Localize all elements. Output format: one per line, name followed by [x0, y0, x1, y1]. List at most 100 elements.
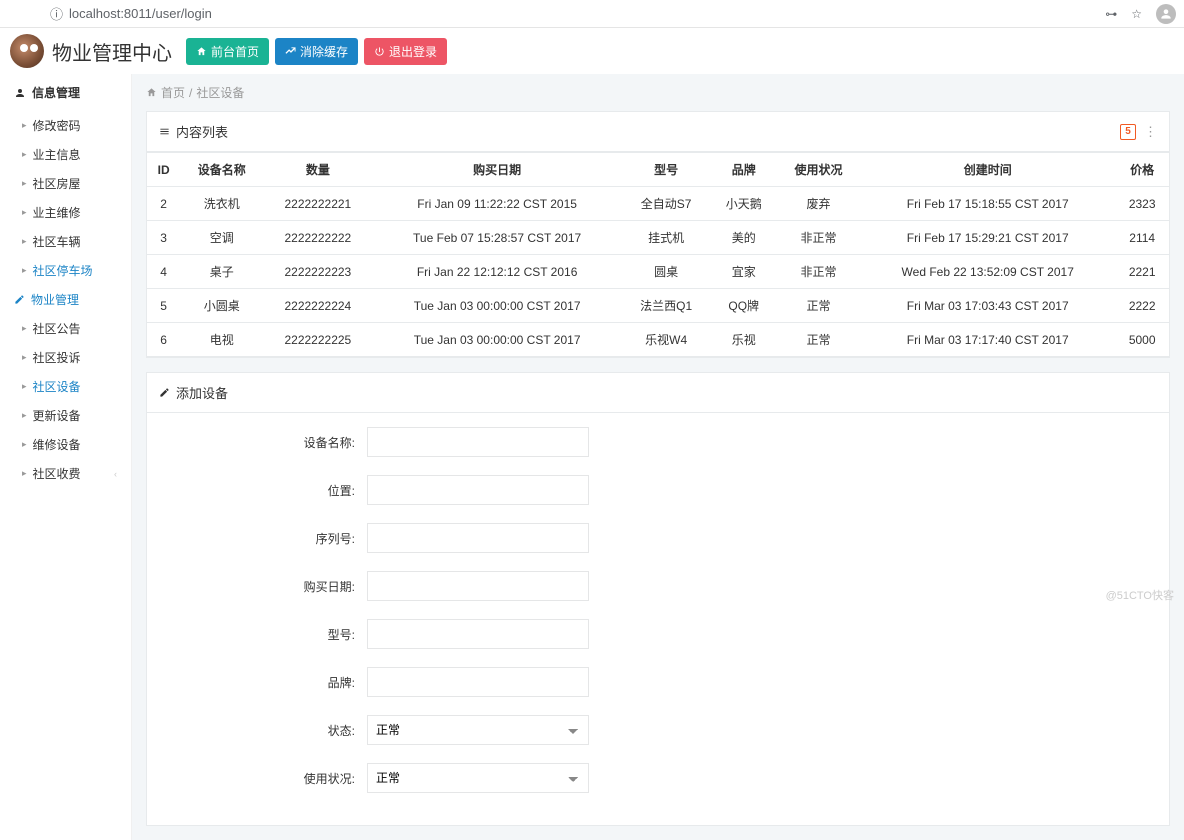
sidebar-item-label: 社区投诉 [33, 349, 81, 366]
sidebar-item-info-3[interactable]: ▸业主维修 [0, 198, 131, 227]
column-header: 数量 [263, 153, 372, 187]
label-state: 状态: [147, 722, 367, 739]
label-buy-date: 购买日期: [147, 578, 367, 595]
sidebar-item-info-4[interactable]: ▸社区车辆 [0, 227, 131, 256]
logout-button[interactable]: 退出登录 [364, 38, 447, 65]
column-header: 价格 [1115, 153, 1169, 187]
cell-status: 非正常 [777, 255, 860, 289]
cell-qty: 2222222224 [263, 289, 372, 323]
label-position: 位置: [147, 482, 367, 499]
table-row[interactable]: 5小圆桌2222222224Tue Jan 03 00:00:00 CST 20… [147, 289, 1169, 323]
cell-price: 2323 [1115, 187, 1169, 221]
cell-created: Fri Mar 03 17:17:40 CST 2017 [860, 323, 1115, 357]
cell-buy: Tue Jan 03 00:00:00 CST 2017 [372, 289, 621, 323]
cell-id: 5 [147, 289, 180, 323]
chevron-left-icon: ‹ [114, 469, 117, 479]
breadcrumb-home[interactable]: 首页 [161, 84, 185, 101]
key-icon[interactable]: ⊶ [1105, 7, 1117, 21]
cell-name: 空调 [180, 221, 263, 255]
breadcrumb: 首页 / 社区设备 [132, 74, 1184, 111]
column-header: 型号 [622, 153, 711, 187]
address-bar[interactable]: ⓘ localhost:8011/user/login [50, 4, 212, 23]
sidebar-item-prop-0[interactable]: ▸ 社区公告 [0, 314, 131, 343]
sidebar-item-prop-3[interactable]: ▸更新设备 [0, 401, 131, 430]
caret-icon: ▸ [22, 439, 27, 450]
profile-icon[interactable] [1156, 4, 1176, 24]
brand-input[interactable] [367, 667, 589, 697]
cell-qty: 2222222223 [263, 255, 372, 289]
sidebar-item-label: 社区公告 [33, 320, 81, 337]
cell-model: 圆桌 [622, 255, 711, 289]
sidebar-item-label: 修改密码 [33, 117, 81, 134]
sidebar-item-info-2[interactable]: ▸社区房屋 [0, 169, 131, 198]
table-row[interactable]: 4桌子2222222223Fri Jan 22 12:12:12 CST 201… [147, 255, 1169, 289]
tool-s5-icon[interactable]: 5 [1120, 124, 1136, 140]
equipment-name-input[interactable] [367, 427, 589, 457]
cell-brand: QQ牌 [710, 289, 776, 323]
state-select[interactable]: 正常 [367, 715, 589, 745]
table-row[interactable]: 6电视2222222225Tue Jan 03 00:00:00 CST 201… [147, 323, 1169, 357]
cell-id: 4 [147, 255, 180, 289]
column-header: 设备名称 [180, 153, 263, 187]
browser-chrome: ⓘ localhost:8011/user/login ⊶ ☆ [0, 0, 1184, 28]
sidebar-item-prop-1[interactable]: ▸ 社区投诉 [0, 343, 131, 372]
cell-status: 正常 [777, 289, 860, 323]
usage-select[interactable]: 正常 [367, 763, 589, 793]
cell-name: 桌子 [180, 255, 263, 289]
table-row[interactable]: 3空调2222222222Tue Feb 07 15:28:57 CST 201… [147, 221, 1169, 255]
sidebar-item-info-0[interactable]: ▸ 修改密码 [0, 111, 131, 140]
panel-content-list: 内容列表 5 ⋮ ID设备名称数量购买日期型号品牌使用状况创建时间价格 2洗衣机… [146, 111, 1170, 358]
cell-qty: 2222222221 [263, 187, 372, 221]
model-input[interactable] [367, 619, 589, 649]
cell-status: 废弃 [777, 187, 860, 221]
sidebar-item-prop-4[interactable]: ▸维修设备 [0, 430, 131, 459]
cell-name: 电视 [180, 323, 263, 357]
caret-icon: ▸ [22, 410, 27, 421]
tool-more-icon[interactable]: ⋮ [1144, 124, 1157, 140]
app-header: 物业管理中心 前台首页 消除缓存 退出登录 [0, 28, 1184, 74]
cell-buy: Fri Jan 09 11:22:22 CST 2015 [372, 187, 621, 221]
caret-icon: ▸ [22, 323, 27, 334]
cell-model: 挂式机 [622, 221, 711, 255]
buy-date-input[interactable] [367, 571, 589, 601]
table-row[interactable]: 2洗衣机2222222221Fri Jan 09 11:22:22 CST 20… [147, 187, 1169, 221]
site-info-icon[interactable]: ⓘ [50, 4, 63, 23]
caret-icon: ▸ [22, 120, 27, 131]
equipment-table: ID设备名称数量购买日期型号品牌使用状况创建时间价格 2洗衣机222222222… [147, 152, 1169, 357]
label-model: 型号: [147, 626, 367, 643]
cell-created: Fri Mar 03 17:03:43 CST 2017 [860, 289, 1115, 323]
clear-cache-button[interactable]: 消除缓存 [275, 38, 358, 65]
sidebar-item-info-1[interactable]: ▸业主信息 [0, 140, 131, 169]
cell-price: 2222 [1115, 289, 1169, 323]
sidebar-item-label: 社区设备 [33, 378, 81, 395]
panel-add-title: 添加设备 [176, 383, 228, 402]
caret-icon: ▸ [22, 149, 27, 160]
cell-model: 全自动S7 [622, 187, 711, 221]
star-icon[interactable]: ☆ [1131, 7, 1142, 21]
sidebar-item-info-5[interactable]: ▸社区停车场 [0, 256, 131, 285]
position-input[interactable] [367, 475, 589, 505]
cell-id: 3 [147, 221, 180, 255]
cell-brand: 宜家 [710, 255, 776, 289]
sidebar-item-prop-2[interactable]: ▸社区设备 [0, 372, 131, 401]
label-serial: 序列号: [147, 530, 367, 547]
cell-price: 2114 [1115, 221, 1169, 255]
cell-qty: 2222222225 [263, 323, 372, 357]
caret-icon: ▸ [22, 178, 27, 189]
content-area: 首页 / 社区设备 内容列表 5 ⋮ ID设备名称数量购买日期型号品牌使用状况创… [132, 74, 1184, 840]
sidebar-item-prop-5[interactable]: ▸社区收费‹ [0, 459, 131, 488]
front-home-button[interactable]: 前台首页 [186, 38, 269, 65]
cell-created: Fri Feb 17 15:18:55 CST 2017 [860, 187, 1115, 221]
caret-icon: ▸ [22, 352, 27, 363]
cell-status: 正常 [777, 323, 860, 357]
serial-input[interactable] [367, 523, 589, 553]
caret-icon: ▸ [22, 207, 27, 218]
url-text: localhost:8011/user/login [69, 6, 212, 21]
cell-brand: 小天鹅 [710, 187, 776, 221]
cell-model: 乐视W4 [622, 323, 711, 357]
cell-created: Fri Feb 17 15:29:21 CST 2017 [860, 221, 1115, 255]
sidebar-item-label: 社区收费 [33, 465, 81, 482]
sidebar-section-property[interactable]: 物业管理 [0, 285, 131, 314]
caret-icon: ▸ [22, 236, 27, 247]
cell-brand: 美的 [710, 221, 776, 255]
